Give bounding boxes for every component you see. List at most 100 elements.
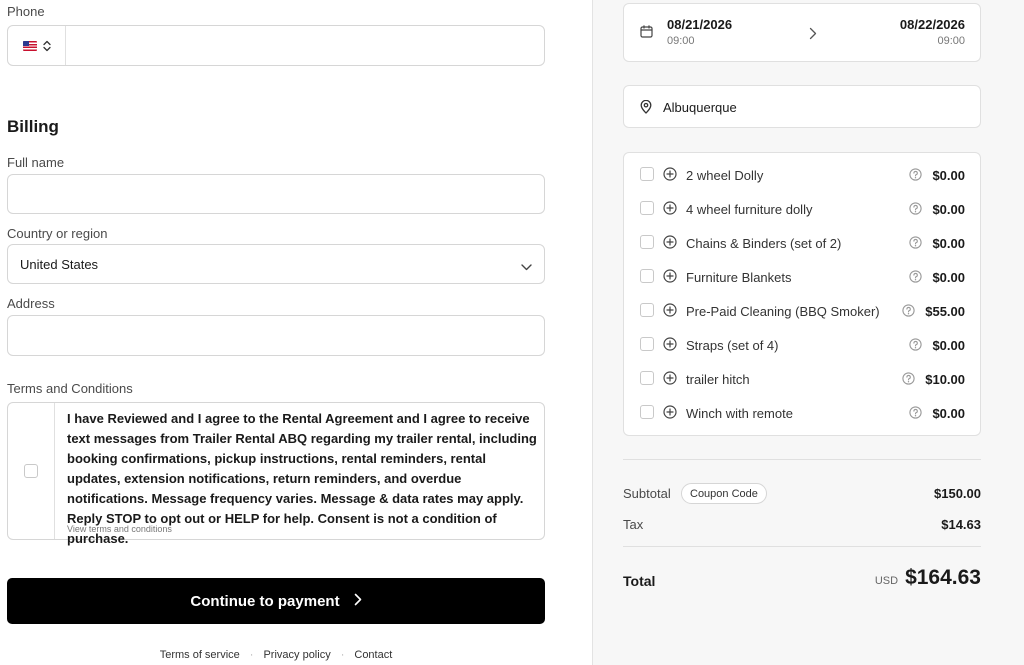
addon-price: $0.00: [932, 202, 965, 217]
addon-checkbox[interactable]: [640, 269, 654, 283]
total-amount: USD $164.63: [875, 566, 981, 590]
addon-price: $0.00: [932, 236, 965, 251]
country-select[interactable]: United States: [7, 244, 545, 284]
addon-checkbox[interactable]: [640, 337, 654, 351]
start-time: 09:00: [667, 35, 695, 47]
addon-item[interactable]: Chains & Binders (set of 2) $0.00: [624, 233, 980, 253]
subtotal-label: Subtotal: [623, 486, 671, 501]
contact-link[interactable]: Contact: [354, 649, 392, 661]
location-name: Albuquerque: [663, 100, 737, 115]
addon-price: $55.00: [925, 304, 965, 319]
location-card[interactable]: Albuquerque: [623, 85, 981, 128]
chevron-right-icon: [354, 593, 362, 610]
billing-section-title: Billing: [7, 117, 59, 136]
addon-item[interactable]: 4 wheel furniture dolly $0.00: [624, 199, 980, 219]
question-circle-icon[interactable]: [909, 236, 922, 252]
coupon-code-button[interactable]: Coupon Code: [681, 483, 767, 504]
chevron-down-icon: [521, 259, 532, 274]
billing-form: Phone Billing Full name Country or regio…: [0, 0, 592, 665]
plus-circle-icon: [663, 235, 677, 252]
addon-checkbox[interactable]: [640, 405, 654, 419]
addon-item[interactable]: Winch with remote $0.00: [624, 403, 980, 423]
end-date: 08/22/2026: [899, 17, 965, 32]
terms-of-service-link[interactable]: Terms of service: [160, 649, 240, 661]
order-summary: 08/21/2026 09:00 08/22/2026 09:00 Albuqu…: [592, 0, 1024, 665]
question-circle-icon[interactable]: [909, 270, 922, 286]
address-input[interactable]: [7, 315, 545, 356]
addon-name: Pre-Paid Cleaning (BBQ Smoker): [686, 304, 880, 319]
addon-name: 2 wheel Dolly: [686, 168, 764, 183]
question-circle-icon[interactable]: [909, 202, 922, 218]
addon-checkbox[interactable]: [640, 371, 654, 385]
continue-to-payment-button[interactable]: Continue to payment: [7, 578, 545, 624]
addon-item[interactable]: Pre-Paid Cleaning (BBQ Smoker) $55.00: [624, 301, 980, 321]
tax-label: Tax: [623, 517, 644, 532]
summary-divider: [623, 546, 981, 547]
view-terms-link[interactable]: View terms and conditions: [67, 524, 172, 534]
subtotal-row: Subtotal Coupon Code $150.00: [623, 483, 981, 505]
address-label: Address: [7, 296, 55, 311]
total-label: Total: [623, 573, 656, 589]
tax-row: Tax $14.63: [623, 514, 981, 536]
addon-checkbox[interactable]: [640, 167, 654, 181]
addon-checkbox[interactable]: [640, 235, 654, 249]
country-select-value: United States: [20, 257, 99, 272]
map-pin-icon: [640, 99, 652, 117]
end-time: 09:00: [937, 35, 965, 47]
country-code-selector[interactable]: [8, 26, 66, 65]
addon-name: trailer hitch: [686, 372, 750, 387]
phone-field[interactable]: [7, 25, 545, 66]
addon-item[interactable]: trailer hitch $10.00: [624, 369, 980, 389]
question-circle-icon[interactable]: [909, 338, 922, 354]
chevron-right-icon: [809, 27, 817, 43]
addon-name: Straps (set of 4): [686, 338, 779, 353]
terms-box: I have Reviewed and I agree to the Renta…: [7, 402, 545, 546]
subtotal-value: $150.00: [934, 486, 981, 501]
full-name-input[interactable]: [7, 174, 545, 214]
addon-price: $0.00: [932, 406, 965, 421]
continue-button-label: Continue to payment: [190, 592, 340, 610]
plus-circle-icon: [663, 405, 677, 422]
addon-name: Winch with remote: [686, 406, 793, 421]
plus-circle-icon: [663, 269, 677, 286]
question-circle-icon[interactable]: [909, 406, 922, 422]
privacy-policy-link[interactable]: Privacy policy: [263, 649, 330, 661]
terms-checkbox-cell[interactable]: [8, 403, 55, 539]
footer-separator: ·: [340, 649, 345, 661]
question-circle-icon[interactable]: [902, 304, 915, 320]
addon-price: $0.00: [932, 338, 965, 353]
addon-price: $0.00: [932, 270, 965, 285]
full-name-label: Full name: [7, 155, 65, 170]
addon-price: $0.00: [932, 168, 965, 183]
question-circle-icon[interactable]: [902, 372, 915, 388]
addon-checkbox[interactable]: [640, 303, 654, 317]
total-value: $164.63: [905, 566, 981, 589]
addon-name: 4 wheel furniture dolly: [686, 202, 813, 217]
rental-end: 08/22/2026 09:00: [900, 17, 965, 47]
plus-circle-icon: [663, 303, 677, 320]
calendar-icon: [640, 25, 653, 41]
chevron-up-down-icon: [42, 40, 51, 52]
addon-item[interactable]: Furniture Blankets $0.00: [624, 267, 980, 287]
addon-price: $10.00: [925, 372, 965, 387]
total-row: Total USD $164.63: [623, 566, 981, 596]
plus-circle-icon: [663, 371, 677, 388]
summary-divider: [623, 459, 981, 460]
addon-item[interactable]: Straps (set of 4) $0.00: [624, 335, 980, 355]
addon-name: Furniture Blankets: [686, 270, 792, 285]
phone-label: Phone: [7, 4, 45, 19]
footer-separator: ·: [249, 649, 254, 661]
addon-name: Chains & Binders (set of 2): [686, 236, 842, 251]
terms-label: Terms and Conditions: [7, 381, 133, 396]
addon-checkbox[interactable]: [640, 201, 654, 215]
plus-circle-icon: [663, 167, 677, 184]
rental-start: 08/21/2026 09:00: [667, 17, 732, 47]
question-circle-icon[interactable]: [909, 168, 922, 184]
rental-dates-card[interactable]: 08/21/2026 09:00 08/22/2026 09:00: [623, 3, 981, 62]
addon-item[interactable]: 2 wheel Dolly $0.00: [624, 165, 980, 185]
country-label: Country or region: [7, 226, 108, 241]
addons-list: 2 wheel Dolly $0.00 4 wheel furniture do…: [623, 152, 981, 436]
start-date: 08/21/2026: [667, 17, 733, 32]
terms-checkbox[interactable]: [24, 464, 38, 478]
tax-value: $14.63: [941, 517, 981, 532]
